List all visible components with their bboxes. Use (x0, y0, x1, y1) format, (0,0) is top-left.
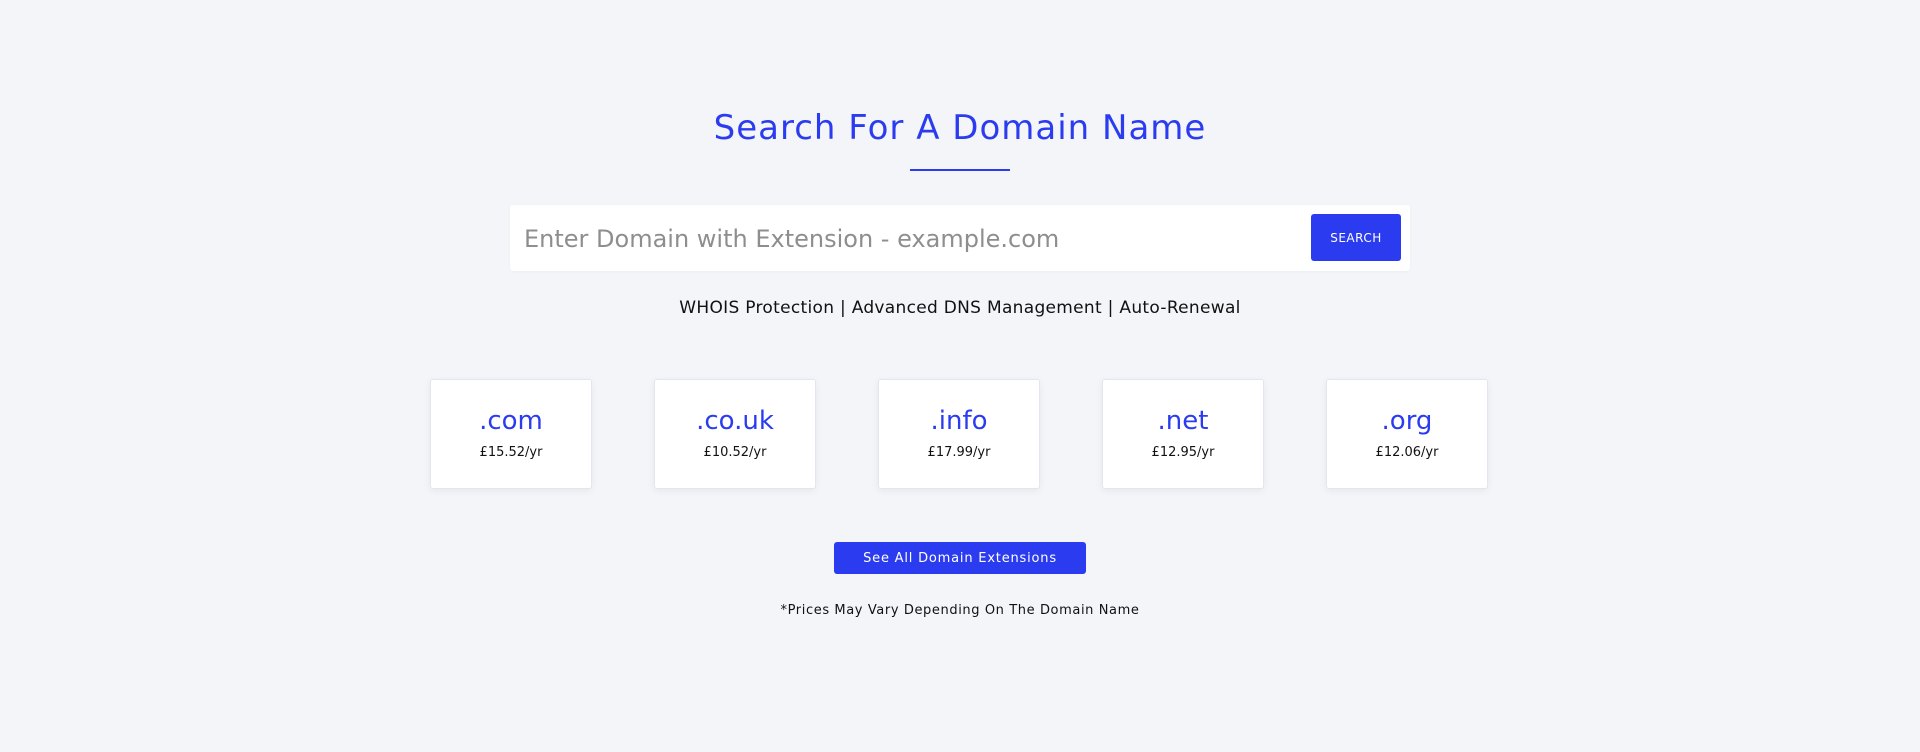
tld-price: £12.06/yr (1375, 445, 1439, 460)
tld-price-list: .com £15.52/yr .co.uk £10.52/yr .info £1… (430, 379, 1490, 491)
domain-search-section: Search For A Domain Name SEARCH WHOIS Pr… (0, 0, 1920, 752)
domain-search-input[interactable] (522, 214, 1286, 264)
tld-name: .com (479, 406, 543, 436)
tld-card-net[interactable]: .net £12.95/yr (1102, 379, 1264, 489)
tld-name: .net (1157, 406, 1209, 436)
search-bar: SEARCH (510, 205, 1410, 271)
features-text: WHOIS Protection | Advanced DNS Manageme… (679, 298, 1241, 318)
tld-card-info[interactable]: .info £17.99/yr (878, 379, 1040, 489)
tld-name: .info (930, 406, 988, 436)
page-title: Search For A Domain Name (713, 108, 1207, 148)
tld-name: .co.uk (696, 406, 774, 436)
tld-card-org[interactable]: .org £12.06/yr (1326, 379, 1488, 489)
see-all-extensions-button[interactable]: See All Domain Extensions (834, 542, 1086, 574)
tld-name: .org (1381, 406, 1433, 436)
title-underline (910, 169, 1010, 171)
tld-price: £15.52/yr (479, 445, 543, 460)
tld-card-com[interactable]: .com £15.52/yr (430, 379, 592, 489)
price-disclaimer: *Prices May Vary Depending On The Domain… (780, 603, 1140, 618)
tld-price: £12.95/yr (1151, 445, 1215, 460)
search-button[interactable]: SEARCH (1311, 214, 1401, 261)
tld-card-co-uk[interactable]: .co.uk £10.52/yr (654, 379, 816, 489)
tld-price: £17.99/yr (927, 445, 991, 460)
tld-price: £10.52/yr (703, 445, 767, 460)
